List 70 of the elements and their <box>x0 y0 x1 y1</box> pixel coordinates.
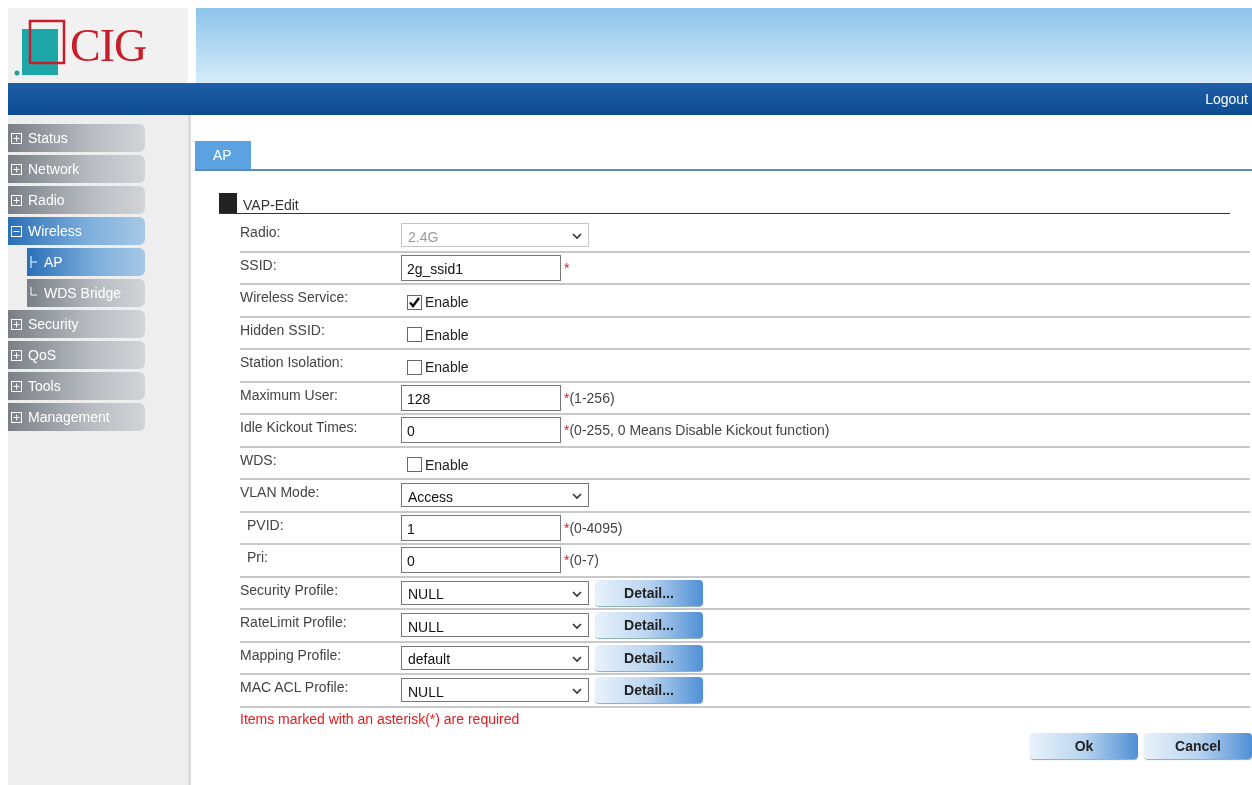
minus-box-icon <box>11 225 22 237</box>
chevron-down-icon <box>572 493 582 501</box>
input-field[interactable]: 1 <box>401 514 561 541</box>
field-label: RateLimit Profile: <box>240 613 348 630</box>
input-field[interactable]: 0 <box>401 547 561 574</box>
detail-button[interactable]: Detail... <box>595 677 703 704</box>
section-marker <box>219 193 237 213</box>
section-title: VAP-Edit <box>243 197 299 213</box>
checkbox-label: Enable <box>425 326 469 343</box>
field-label: Idle Kickout Times: <box>240 418 359 435</box>
input-field[interactable]: 128 <box>401 384 561 411</box>
field-label: Maximum User: <box>240 385 339 403</box>
field-hint: (0-7) <box>569 552 599 569</box>
plus-box-icon <box>11 132 22 144</box>
plus-box-icon <box>11 318 22 330</box>
field-label: Hidden SSID: <box>240 320 326 338</box>
detail-button[interactable]: Detail... <box>595 612 703 639</box>
field-label: Mapping Profile: <box>240 645 343 663</box>
required-mark: * <box>564 389 570 406</box>
dropdown[interactable]: NULL <box>401 613 589 638</box>
plus-box-icon <box>11 163 22 175</box>
checkbox[interactable] <box>407 457 422 473</box>
detail-button[interactable]: Detail... <box>595 579 703 606</box>
checkbox-label: Enable <box>425 456 469 473</box>
tree-branch-icon <box>30 256 38 268</box>
field-label: Security Profile: <box>240 580 340 598</box>
field-label: Pri: <box>246 548 269 565</box>
checkbox[interactable] <box>407 359 422 375</box>
field-label: Station Isolation: <box>240 353 345 370</box>
chevron-down-icon <box>572 688 582 696</box>
field-label: SSID: <box>240 255 278 273</box>
required-mark: * <box>564 552 570 569</box>
chevron-down-icon <box>572 233 582 241</box>
logo-text: CIG <box>70 19 147 72</box>
field-label: Wireless Service: <box>240 288 350 305</box>
dropdown[interactable]: NULL <box>401 580 589 605</box>
field-label: MAC ACL Profile: <box>240 678 350 695</box>
detail-button[interactable]: Detail... <box>595 644 703 671</box>
field-label: Radio: <box>240 223 282 240</box>
ok-button[interactable]: Ok <box>1030 732 1138 759</box>
required-mark: * <box>564 422 570 439</box>
logout-link[interactable]: Logout <box>1205 91 1248 107</box>
field-label: VLAN Mode: <box>240 483 321 500</box>
checkbox-label: Enable <box>425 359 469 376</box>
field-hint: (1-256) <box>569 389 615 406</box>
chevron-down-icon <box>572 623 582 631</box>
checkbox[interactable] <box>407 327 422 343</box>
input-field[interactable]: 2g_ssid1 <box>401 254 561 281</box>
dropdown[interactable]: default <box>401 645 589 670</box>
field-hint: (0-255, 0 Means Disable Kickout function) <box>569 422 830 439</box>
field-hint: (0-4095) <box>569 519 623 536</box>
field-label: PVID: <box>246 515 285 533</box>
checkbox[interactable] <box>407 294 422 310</box>
chevron-down-icon <box>572 655 582 663</box>
required-mark: * <box>564 519 570 536</box>
chevron-down-icon <box>572 590 582 598</box>
plus-box-icon <box>11 411 22 423</box>
plus-box-icon <box>11 194 22 206</box>
required-mark: * <box>564 259 570 276</box>
tree-branch-icon <box>30 287 38 299</box>
dropdown[interactable]: NULL <box>401 678 589 703</box>
required-note: Items marked with an asterisk(*) are required <box>240 710 521 727</box>
cancel-button[interactable]: Cancel <box>1144 732 1252 759</box>
checkbox-label: Enable <box>425 294 469 311</box>
input-field[interactable]: 0 <box>401 417 561 444</box>
dropdown[interactable]: Access <box>401 483 589 508</box>
field-label: WDS: <box>240 450 278 468</box>
nav-subitem[interactable]: AP <box>27 248 145 276</box>
plus-box-icon <box>11 349 22 361</box>
plus-box-icon <box>11 380 22 392</box>
